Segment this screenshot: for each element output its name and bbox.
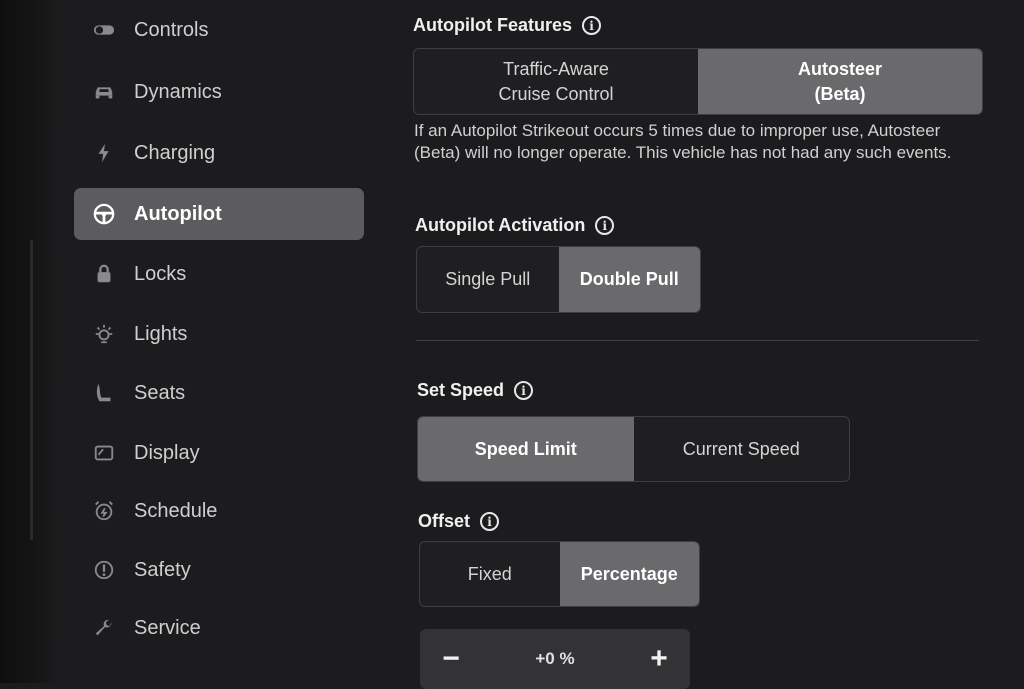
- section-title-text: Autopilot Features: [413, 15, 573, 35]
- current-speed-option[interactable]: Current Speed: [634, 417, 850, 481]
- autopilot-settings-panel: Autopilot Features i Traffic-Aware Cruis…: [412, 0, 992, 689]
- sidebar-item-label: Service: [134, 616, 201, 639]
- lock-icon: [92, 262, 116, 286]
- alarm-clock-icon: [92, 499, 116, 523]
- wrench-icon: [92, 616, 116, 640]
- sidebar-item-label: Locks: [134, 262, 187, 285]
- info-icon[interactable]: i: [582, 16, 602, 35]
- sidebar-item-label: Autopilot: [134, 202, 222, 225]
- sidebar-item-label: Safety: [134, 558, 191, 581]
- seat-icon: [92, 381, 116, 405]
- offset-title: Offset i: [418, 511, 500, 532]
- sidebar-item-schedule[interactable]: Schedule: [74, 485, 364, 537]
- sidebar-item-dynamics[interactable]: Dynamics: [74, 66, 364, 118]
- percentage-option[interactable]: Percentage: [559, 542, 699, 606]
- sidebar-item-label: Charging: [134, 141, 216, 164]
- offset-value: +0 %: [535, 649, 575, 668]
- increase-button[interactable]: +: [642, 642, 676, 676]
- steering-wheel-icon: [92, 202, 116, 226]
- lightning-icon: [92, 141, 116, 165]
- sidebar-item-charging[interactable]: Charging: [74, 127, 364, 179]
- bezel-edge: [30, 240, 33, 540]
- set-speed-selector: Speed Limit Current Speed: [417, 416, 850, 482]
- autosteer-beta-option[interactable]: Autosteer (Beta): [698, 49, 982, 114]
- toggle-icon: [92, 18, 116, 42]
- fixed-option[interactable]: Fixed: [420, 542, 560, 606]
- light-bulb-icon: [92, 322, 116, 346]
- section-title-text: Set Speed: [417, 380, 505, 400]
- info-icon[interactable]: i: [480, 512, 500, 531]
- sidebar-item-label: Display: [134, 441, 200, 464]
- offset-stepper: − +0 % +: [420, 629, 690, 689]
- info-icon[interactable]: i: [595, 216, 615, 235]
- double-pull-option[interactable]: Double Pull: [558, 247, 700, 312]
- speed-limit-option[interactable]: Speed Limit: [418, 417, 634, 481]
- section-title-text: Autopilot Activation: [415, 215, 586, 235]
- autopilot-activation-selector: Single Pull Double Pull: [416, 246, 701, 313]
- offset-selector: Fixed Percentage: [419, 541, 700, 607]
- sidebar-item-label: Schedule: [134, 499, 218, 522]
- sidebar-item-label: Lights: [134, 322, 188, 345]
- strikeout-description: If an Autopilot Strikeout occurs 5 times…: [414, 121, 952, 162]
- set-speed-title: Set Speed i: [417, 380, 534, 401]
- alert-circle-icon: [92, 558, 116, 582]
- sidebar-item-service[interactable]: Service: [74, 602, 364, 654]
- section-title-text: Offset: [418, 511, 471, 531]
- sidebar-item-label: Controls: [134, 18, 209, 41]
- sidebar-item-locks[interactable]: Locks: [74, 248, 364, 300]
- display-icon: [92, 441, 116, 465]
- autopilot-features-selector: Traffic-Aware Cruise Control Autosteer (…: [413, 48, 983, 115]
- traffic-aware-cruise-control-option[interactable]: Traffic-Aware Cruise Control: [414, 49, 698, 114]
- sidebar-item-safety[interactable]: Safety: [74, 544, 364, 596]
- car-icon: [92, 80, 116, 104]
- sidebar-item-label: Dynamics: [134, 80, 222, 103]
- sidebar-item-controls[interactable]: Controls: [74, 4, 364, 56]
- decrease-button[interactable]: −: [434, 642, 468, 676]
- sidebar-item-autopilot[interactable]: Autopilot: [74, 188, 364, 240]
- sidebar-item-lights[interactable]: Lights: [74, 308, 364, 360]
- autopilot-features-title: Autopilot Features i: [413, 15, 602, 36]
- single-pull-option[interactable]: Single Pull: [417, 247, 559, 312]
- section-divider: [416, 340, 979, 341]
- settings-sidebar: Controls Dynamics Charging Autopilot Loc…: [74, 0, 364, 683]
- autopilot-activation-title: Autopilot Activation i: [415, 215, 615, 236]
- sidebar-item-display[interactable]: Display: [74, 427, 364, 479]
- info-icon[interactable]: i: [514, 381, 534, 400]
- sidebar-item-seats[interactable]: Seats: [74, 367, 364, 419]
- sidebar-item-label: Seats: [134, 381, 186, 404]
